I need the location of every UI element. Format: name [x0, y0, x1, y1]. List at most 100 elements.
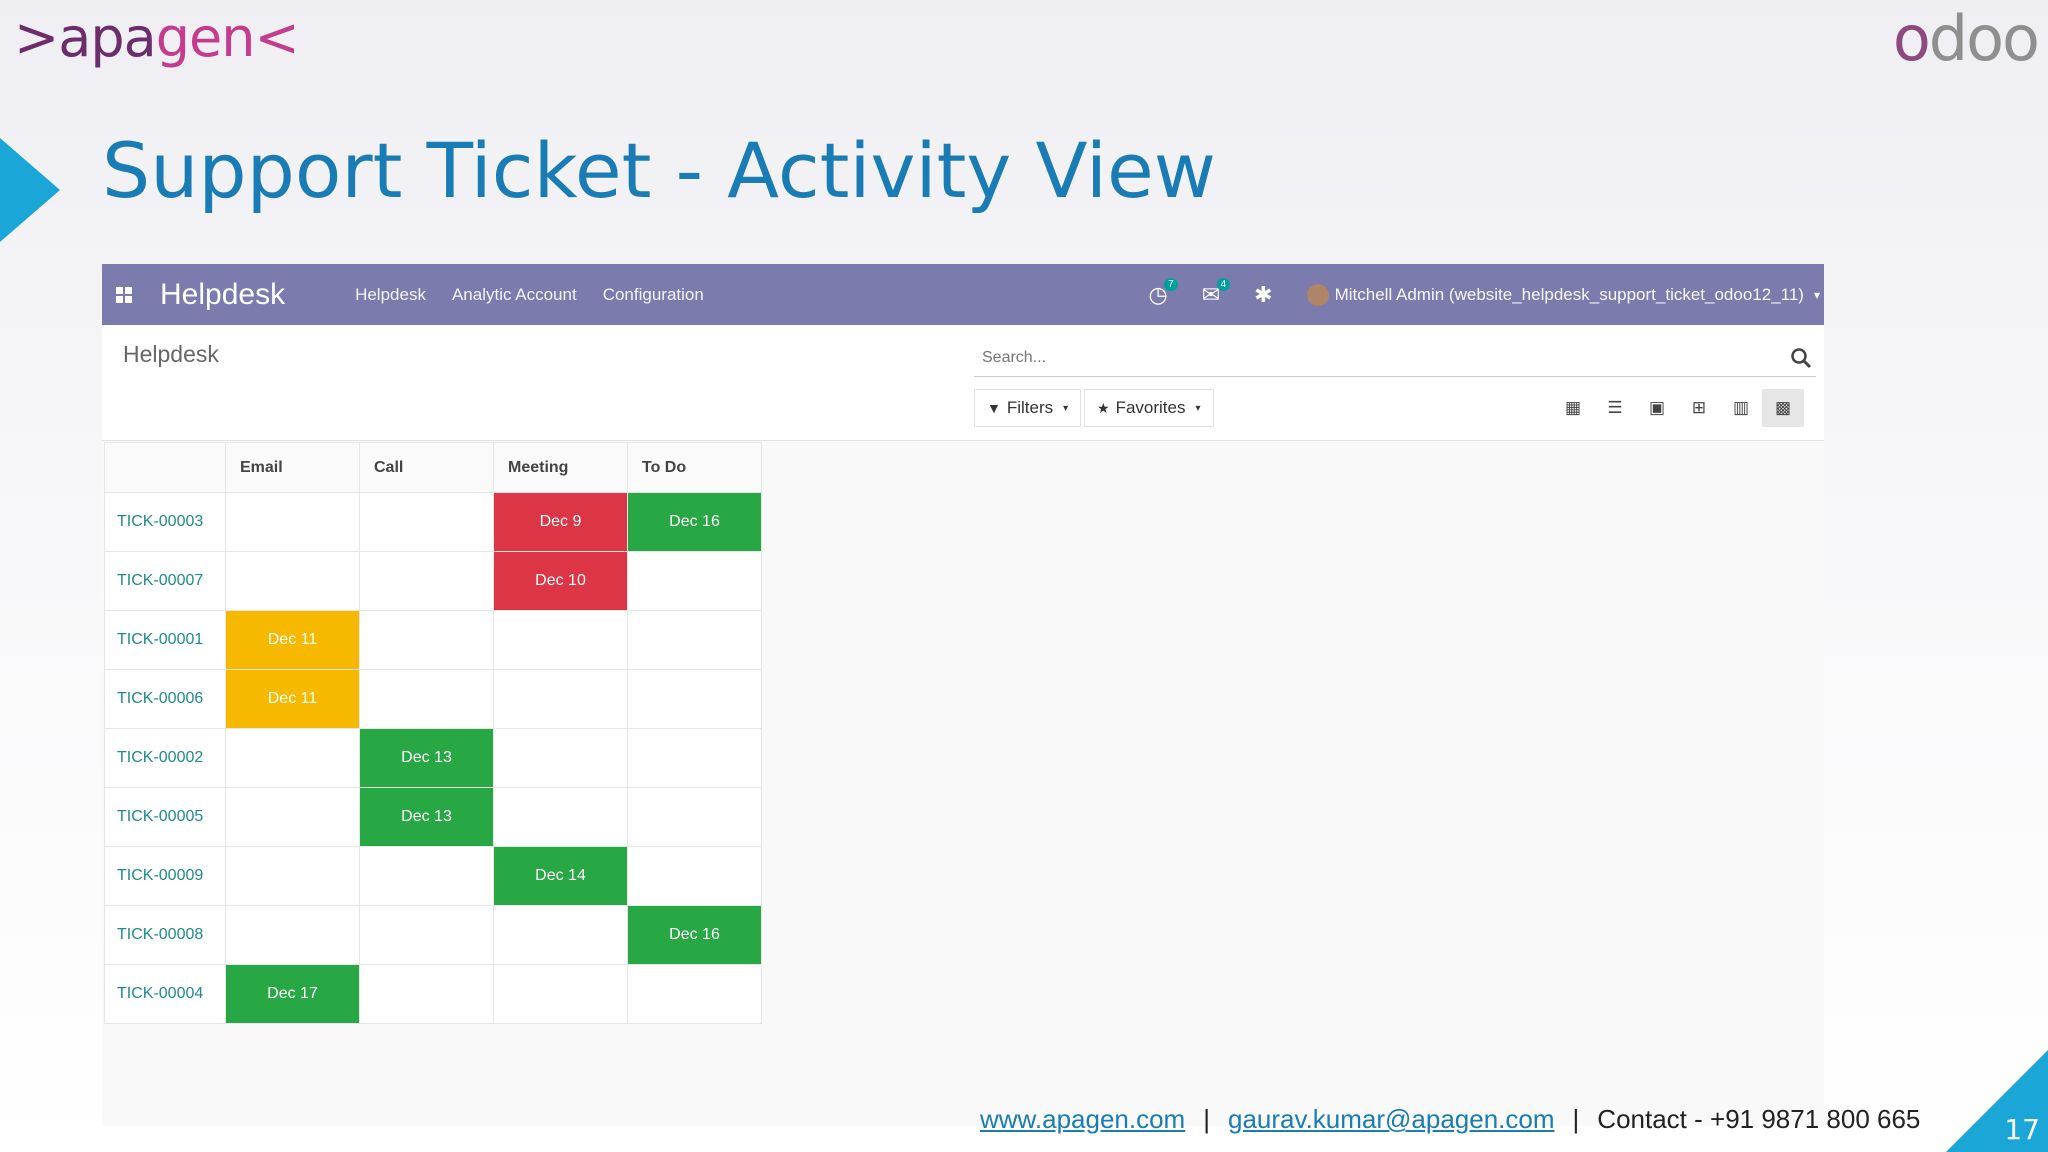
record-link[interactable]: TICK-00007 — [104, 551, 226, 611]
record-link[interactable]: TICK-00006 — [104, 669, 226, 729]
activity-row: TICK-00003 Dec 9 Dec 16 — [104, 492, 762, 552]
activity-cell-empty[interactable] — [627, 787, 762, 847]
menu-analytic-account[interactable]: Analytic Account — [452, 285, 577, 305]
activity-cell-empty[interactable] — [627, 728, 762, 788]
search-box — [974, 341, 1816, 377]
view-switcher: ▦ ☰ ▣ ⊞ ▥ ▩ — [1552, 389, 1804, 427]
record-link[interactable]: TICK-00009 — [104, 846, 226, 906]
activity-cell-empty[interactable] — [627, 669, 762, 729]
slide-title: Support Ticket - Activity View — [102, 126, 1216, 215]
filter-icon: ▼ — [987, 400, 1001, 416]
activity-cell-empty[interactable] — [359, 669, 494, 729]
user-caret-icon[interactable]: ▾ — [1814, 288, 1820, 302]
activity-cell-empty[interactable] — [493, 787, 628, 847]
activity-row: TICK-00002 Dec 13 — [104, 728, 762, 788]
activity-table: Email Call Meeting To Do TICK-00003 Dec 9… — [104, 442, 762, 1024]
activity-cell-empty[interactable] — [493, 905, 628, 965]
user-avatar[interactable] — [1306, 283, 1329, 306]
activity-cell-empty[interactable] — [493, 610, 628, 670]
activity-cell-empty[interactable] — [359, 551, 494, 611]
top-navbar: Helpdesk Helpdesk Analytic Account Confi… — [102, 264, 1824, 325]
chevron-down-icon: ▾ — [1195, 402, 1201, 414]
messages-icon[interactable]: ✉ 4 — [1202, 277, 1231, 308]
menu-helpdesk[interactable]: Helpdesk — [355, 285, 426, 305]
record-link[interactable]: TICK-00004 — [104, 964, 226, 1024]
slide-footer: www.apagen.com | gaurav.kumar@apagen.com | C… — [980, 1104, 1921, 1134]
activity-cell-empty[interactable] — [493, 728, 628, 788]
record-link[interactable]: TICK-00008 — [104, 905, 226, 965]
activity-cell-green[interactable]: Dec 16 — [627, 492, 762, 552]
activity-cell-green[interactable]: Dec 16 — [627, 905, 762, 965]
activity-cell-green[interactable]: Dec 17 — [225, 964, 360, 1024]
messages-badge: 4 — [1216, 277, 1231, 291]
activity-cell-empty[interactable] — [359, 905, 494, 965]
user-menu[interactable]: Mitchell Admin (website_helpdesk_support… — [1335, 285, 1804, 305]
star-icon: ★ — [1097, 399, 1110, 416]
activity-cell-green[interactable]: Dec 14 — [493, 846, 628, 906]
apps-menu-icon[interactable] — [116, 286, 132, 303]
record-link[interactable]: TICK-00002 — [104, 728, 226, 788]
email-link[interactable]: gaurav.kumar@apagen.com — [1228, 1104, 1555, 1134]
activity-row: TICK-00001 Dec 11 — [104, 610, 762, 670]
activity-cell-orange[interactable]: Dec 11 — [225, 669, 360, 729]
column-header-call: Call — [359, 442, 494, 493]
activity-cell-empty[interactable] — [359, 846, 494, 906]
activity-cell-empty[interactable] — [225, 787, 360, 847]
activity-cell-green[interactable]: Dec 13 — [359, 728, 494, 788]
contact-label: Contact — [1597, 1104, 1687, 1134]
activity-cell-green[interactable]: Dec 13 — [359, 787, 494, 847]
activity-cell-empty[interactable] — [627, 551, 762, 611]
activity-badge: 7 — [1164, 277, 1178, 291]
app-name[interactable]: Helpdesk — [160, 278, 285, 312]
title-arrow-icon — [0, 138, 60, 242]
search-icon[interactable] — [1790, 347, 1812, 369]
column-header-meeting: Meeting — [493, 442, 628, 493]
record-link[interactable]: TICK-00001 — [104, 610, 226, 670]
record-header — [104, 442, 226, 493]
calendar-view-icon[interactable]: ▣ — [1636, 389, 1678, 427]
graph-view-icon[interactable]: ▥ — [1720, 389, 1762, 427]
activity-cell-empty[interactable] — [493, 964, 628, 1024]
activity-cell-orange[interactable]: Dec 11 — [225, 610, 360, 670]
app-screenshot: Helpdesk Helpdesk Analytic Account Confi… — [102, 264, 1824, 1126]
activity-view-icon[interactable]: ▩ — [1762, 389, 1804, 427]
activity-cell-empty[interactable] — [359, 964, 494, 1024]
activity-cell-empty[interactable] — [225, 846, 360, 906]
activity-cell-empty[interactable] — [627, 610, 762, 670]
menu-configuration[interactable]: Configuration — [603, 285, 704, 305]
bug-icon[interactable]: ✱ — [1254, 282, 1272, 308]
column-header-todo: To Do — [627, 442, 762, 493]
search-input[interactable] — [974, 341, 1784, 375]
column-header-email: Email — [225, 442, 360, 493]
activity-cell-empty[interactable] — [225, 905, 360, 965]
apagen-logo: >apagen< — [14, 6, 300, 69]
kanban-view-icon[interactable]: ▦ — [1552, 389, 1594, 427]
filters-button[interactable]: ▼ Filters ▾ — [974, 389, 1082, 427]
pivot-view-icon[interactable]: ⊞ — [1678, 389, 1720, 427]
activity-cell-empty[interactable] — [225, 492, 360, 552]
activity-cell-empty[interactable] — [225, 728, 360, 788]
activity-row: TICK-00007 Dec 10 — [104, 551, 762, 611]
breadcrumb: Helpdesk — [123, 341, 219, 367]
activity-row: TICK-00004 Dec 17 — [104, 964, 762, 1024]
list-view-icon[interactable]: ☰ — [1594, 389, 1636, 427]
contact-phone: +91 9871 800 665 — [1710, 1104, 1921, 1134]
activity-row: TICK-00009 Dec 14 — [104, 846, 762, 906]
activity-header-row: Email Call Meeting To Do — [104, 442, 762, 493]
odoo-logo: odoo — [1892, 2, 2040, 75]
activity-cell-empty[interactable] — [627, 846, 762, 906]
record-link[interactable]: TICK-00003 — [104, 492, 226, 552]
activity-cell-empty[interactable] — [359, 610, 494, 670]
activity-cell-empty[interactable] — [493, 669, 628, 729]
activity-clock-icon[interactable]: ◷ 7 — [1149, 277, 1178, 308]
favorites-button[interactable]: ★ Favorites ▾ — [1084, 389, 1214, 427]
activity-cell-empty[interactable] — [627, 964, 762, 1024]
activity-cell-red[interactable]: Dec 10 — [493, 551, 628, 611]
website-link[interactable]: www.apagen.com — [980, 1104, 1185, 1134]
control-panel: Helpdesk ▼Filters▾ ★Favorites▾ ▦ ☰ ▣ ⊞ ▥… — [102, 325, 1824, 441]
record-link[interactable]: TICK-00005 — [104, 787, 226, 847]
activity-cell-red[interactable]: Dec 9 — [493, 492, 628, 552]
activity-row: TICK-00006 Dec 11 — [104, 669, 762, 729]
activity-cell-empty[interactable] — [359, 492, 494, 552]
activity-cell-empty[interactable] — [225, 551, 360, 611]
